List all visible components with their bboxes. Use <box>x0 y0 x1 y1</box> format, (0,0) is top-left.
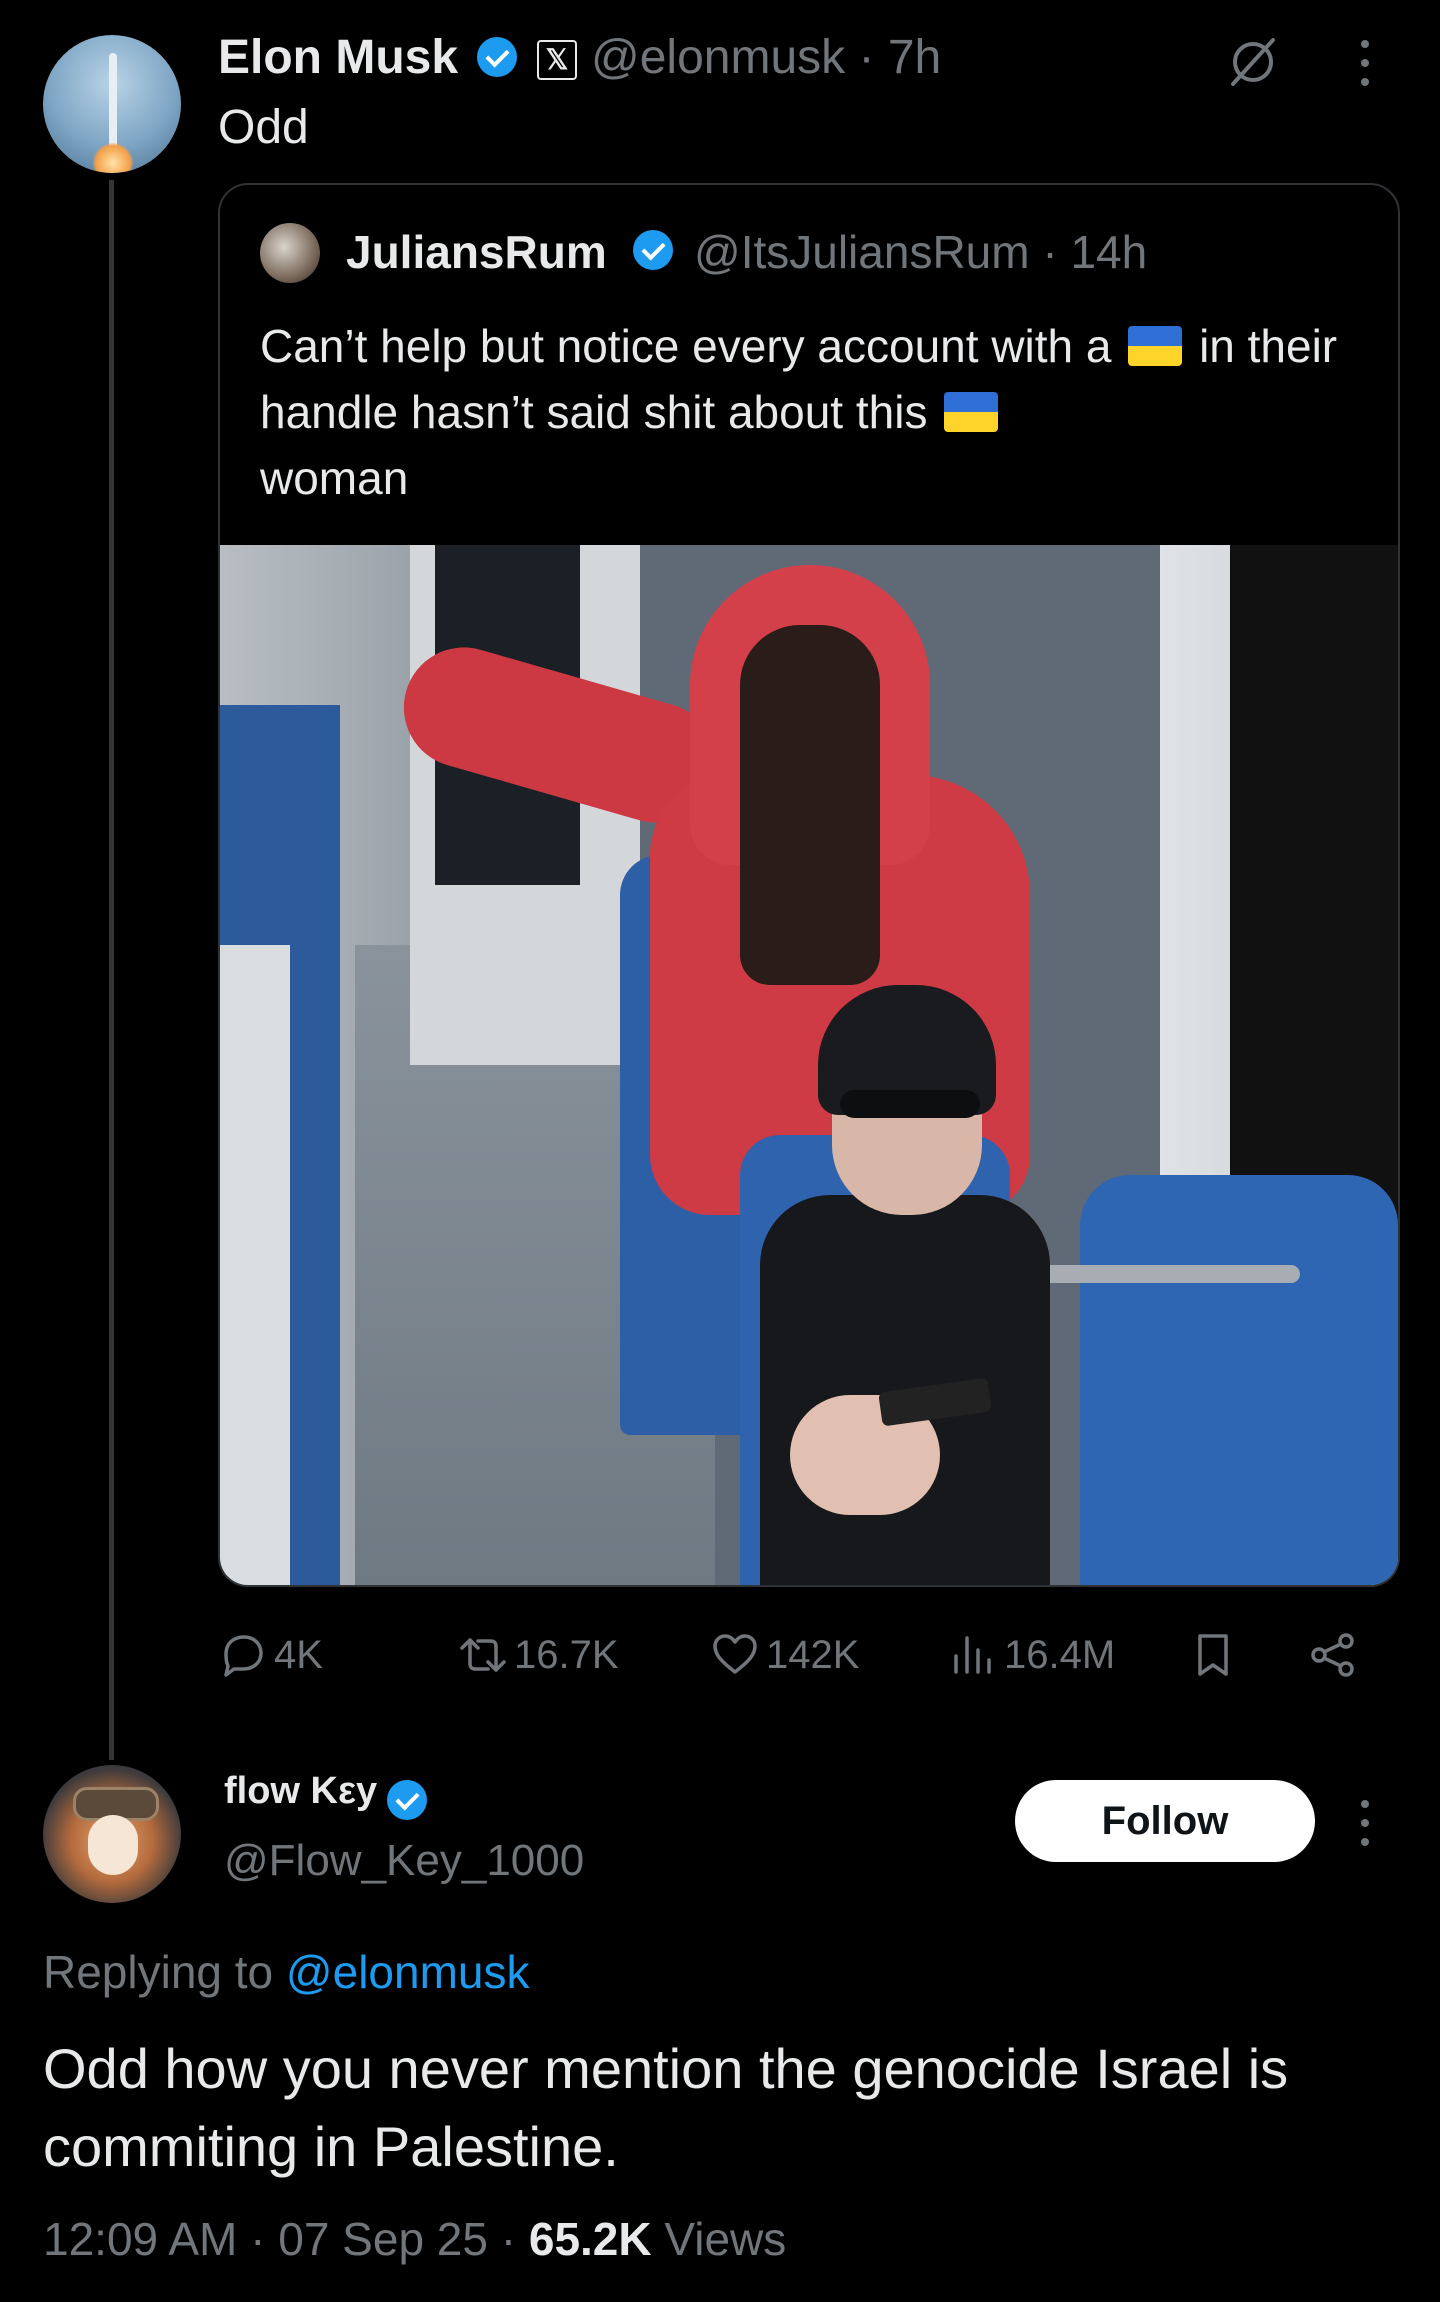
quoted-handle-time[interactable]: @ItsJuliansRum · 14h <box>694 225 1147 279</box>
tweet-actions-bar: 4K 16.7K 142K 16.4M <box>218 1625 1398 1685</box>
like-count: 142K <box>766 1632 860 1677</box>
views-chart-icon <box>954 1636 991 1674</box>
author-handle-time[interactable]: @elonmusk · 7h <box>591 30 941 85</box>
bystander <box>220 945 290 1585</box>
julians-rum-avatar[interactable] <box>260 223 320 283</box>
views-count: 16.4M <box>1004 1632 1116 1677</box>
quoted-author-name[interactable]: JuliansRum <box>346 225 607 279</box>
x-logo-icon: 𝕏 <box>537 40 577 80</box>
reply-icon <box>224 1635 263 1677</box>
views-button[interactable]: 16.4M <box>948 1625 1115 1685</box>
views-count[interactable]: 65.2K <box>529 2213 652 2265</box>
share-button[interactable] <box>1308 1625 1364 1685</box>
replying-to-label: Replying to <box>43 1946 286 1998</box>
thread-line <box>109 180 114 1760</box>
avatar-face <box>88 1815 138 1875</box>
like-button[interactable]: 142K <box>710 1625 859 1685</box>
reply-author-handle[interactable]: @Flow_Key_1000 <box>224 1836 584 1886</box>
rocket-image <box>109 53 117 153</box>
reply-text: Odd how you never mention the genocide I… <box>43 2037 1289 2178</box>
quoted-text-part: woman <box>260 452 409 504</box>
person-hair <box>740 625 880 985</box>
repost-button[interactable]: 16.7K <box>458 1625 619 1685</box>
repost-count: 16.7K <box>514 1632 619 1677</box>
more-options-icon[interactable] <box>1360 38 1370 88</box>
cap-brim <box>840 1090 980 1118</box>
replying-to-line: Replying to @elonmusk <box>43 1945 530 1999</box>
quoted-text-part: Can’t help but notice every account with… <box>260 320 1112 372</box>
author-name-text: Elon Musk <box>218 31 459 84</box>
bookmark-icon <box>1198 1634 1228 1676</box>
verified-badge-icon <box>477 37 518 77</box>
reply-author-name[interactable]: flow Kεy <box>224 1770 377 1813</box>
timestamp: 12:09 AM · 07 Sep 25 · <box>43 2213 529 2265</box>
grok-icon[interactable] <box>1225 34 1281 90</box>
author-name[interactable]: Elon Musk <box>218 30 518 85</box>
quoted-tweet-text: Can’t help but notice every account with… <box>260 313 1370 511</box>
flow-key-avatar[interactable] <box>43 1765 181 1903</box>
repost-icon <box>460 1638 506 1672</box>
train-seat <box>1080 1175 1398 1585</box>
share-icon <box>1311 1633 1354 1677</box>
follow-button[interactable]: Follow <box>1015 1780 1315 1862</box>
mention-link[interactable]: @elonmusk <box>286 1946 530 1998</box>
reply-button[interactable]: 4K <box>218 1625 323 1685</box>
ukraine-flag-icon <box>1128 326 1183 366</box>
more-options-icon[interactable] <box>1360 1798 1370 1848</box>
verified-badge-icon <box>633 230 673 270</box>
views-label: Views <box>651 2213 787 2265</box>
reply-meta: 12:09 AM · 07 Sep 25 · 65.2K Views <box>43 2212 786 2266</box>
rocket-flame <box>93 143 133 173</box>
bookmark-button[interactable] <box>1188 1625 1244 1685</box>
heart-icon <box>713 1634 757 1674</box>
reply-count: 4K <box>274 1632 323 1677</box>
tweet-text: Odd <box>218 101 309 154</box>
ukraine-flag-icon <box>944 392 999 432</box>
verified-badge-icon <box>387 1780 427 1820</box>
video-thumbnail[interactable] <box>220 545 1398 1585</box>
elon-avatar[interactable] <box>43 35 181 173</box>
quoted-tweet-card[interactable]: JuliansRum @ItsJuliansRum · 14h Can’t he… <box>218 183 1400 1587</box>
